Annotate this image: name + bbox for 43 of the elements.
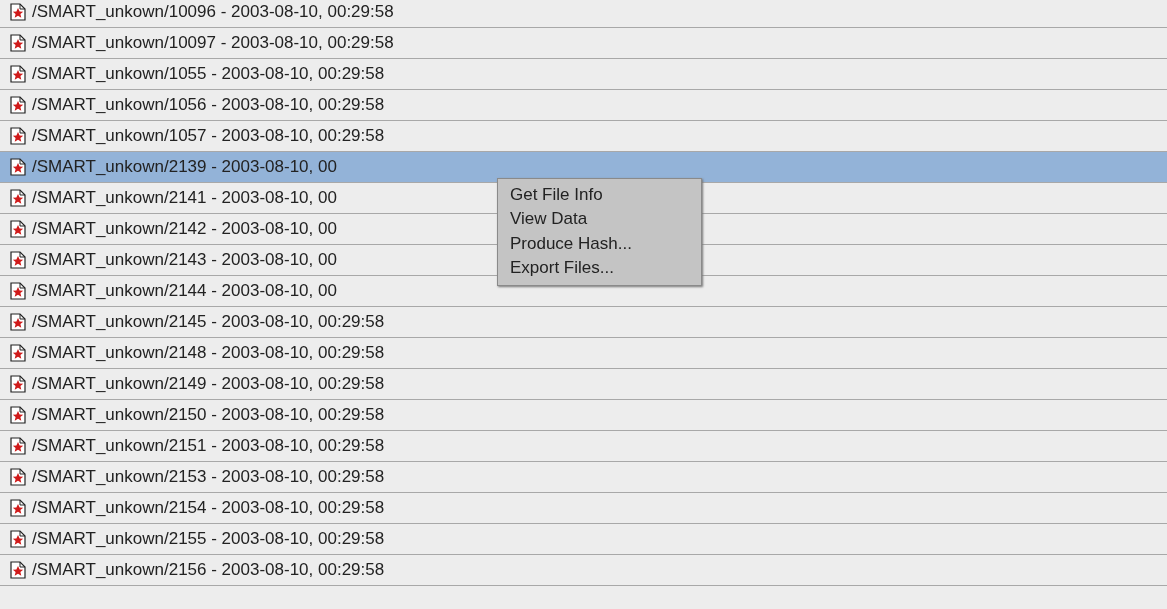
menu-item[interactable]: Produce Hash...	[498, 231, 701, 257]
file-path: /SMART_unkown/10096 - 2003-08-10, 00:29:58	[32, 1, 394, 23]
broken-file-icon	[10, 375, 26, 393]
file-path: /SMART_unkown/2151 - 2003-08-10, 00:29:58	[32, 435, 385, 457]
file-path: /SMART_unkown/2141 - 2003-08-10, 00	[32, 187, 337, 209]
broken-file-icon	[10, 65, 26, 83]
menu-item[interactable]: View Data	[498, 207, 701, 232]
file-path: /SMART_unkown/2145 - 2003-08-10, 00:29:58	[32, 311, 385, 333]
file-path: /SMART_unkown/10097 - 2003-08-10, 00:29:58	[32, 32, 394, 54]
file-row[interactable]: /SMART_unkown/2139 - 2003-08-10, 00	[0, 152, 1167, 183]
broken-file-icon	[10, 344, 26, 362]
file-path: /SMART_unkown/2149 - 2003-08-10, 00:29:58	[32, 373, 385, 395]
file-path: /SMART_unkown/1056 - 2003-08-10, 00:29:58	[32, 94, 385, 116]
broken-file-icon	[10, 530, 26, 548]
file-path: /SMART_unkown/2144 - 2003-08-10, 00	[32, 280, 337, 302]
broken-file-icon	[10, 313, 26, 331]
broken-file-icon	[10, 220, 26, 238]
broken-file-icon	[10, 499, 26, 517]
broken-file-icon	[10, 127, 26, 145]
broken-file-icon	[10, 561, 26, 579]
broken-file-icon	[10, 437, 26, 455]
broken-file-icon	[10, 34, 26, 52]
file-path: /SMART_unkown/1057 - 2003-08-10, 00:29:58	[32, 125, 385, 147]
broken-file-icon	[10, 468, 26, 486]
file-path: /SMART_unkown/2142 - 2003-08-10, 00	[32, 218, 337, 240]
broken-file-icon	[10, 158, 26, 176]
broken-file-icon	[10, 251, 26, 269]
broken-file-icon	[10, 406, 26, 424]
broken-file-icon	[10, 189, 26, 207]
file-row[interactable]: /SMART_unkown/10096 - 2003-08-10, 00:29:58	[0, 0, 1167, 28]
file-path: /SMART_unkown/2153 - 2003-08-10, 00:29:58	[32, 466, 385, 488]
file-path: /SMART_unkown/2139 - 2003-08-10, 00	[32, 156, 337, 178]
file-path: /SMART_unkown/2148 - 2003-08-10, 00:29:58	[32, 342, 385, 364]
broken-file-icon	[10, 96, 26, 114]
file-path: /SMART_unkown/2143 - 2003-08-10, 00	[32, 249, 337, 271]
broken-file-icon	[10, 282, 26, 300]
file-path: /SMART_unkown/2156 - 2003-08-10, 00:29:58	[32, 559, 385, 581]
menu-item[interactable]: Get File Info	[498, 183, 701, 208]
file-path: /SMART_unkown/2150 - 2003-08-10, 00:29:58	[32, 404, 385, 426]
file-path: /SMART_unkown/2155 - 2003-08-10, 00:29:58	[32, 528, 385, 550]
file-path: /SMART_unkown/1055 - 2003-08-10, 00:29:58	[32, 63, 385, 85]
file-path: /SMART_unkown/2154 - 2003-08-10, 00:29:58	[32, 497, 385, 519]
broken-file-icon	[10, 3, 26, 21]
